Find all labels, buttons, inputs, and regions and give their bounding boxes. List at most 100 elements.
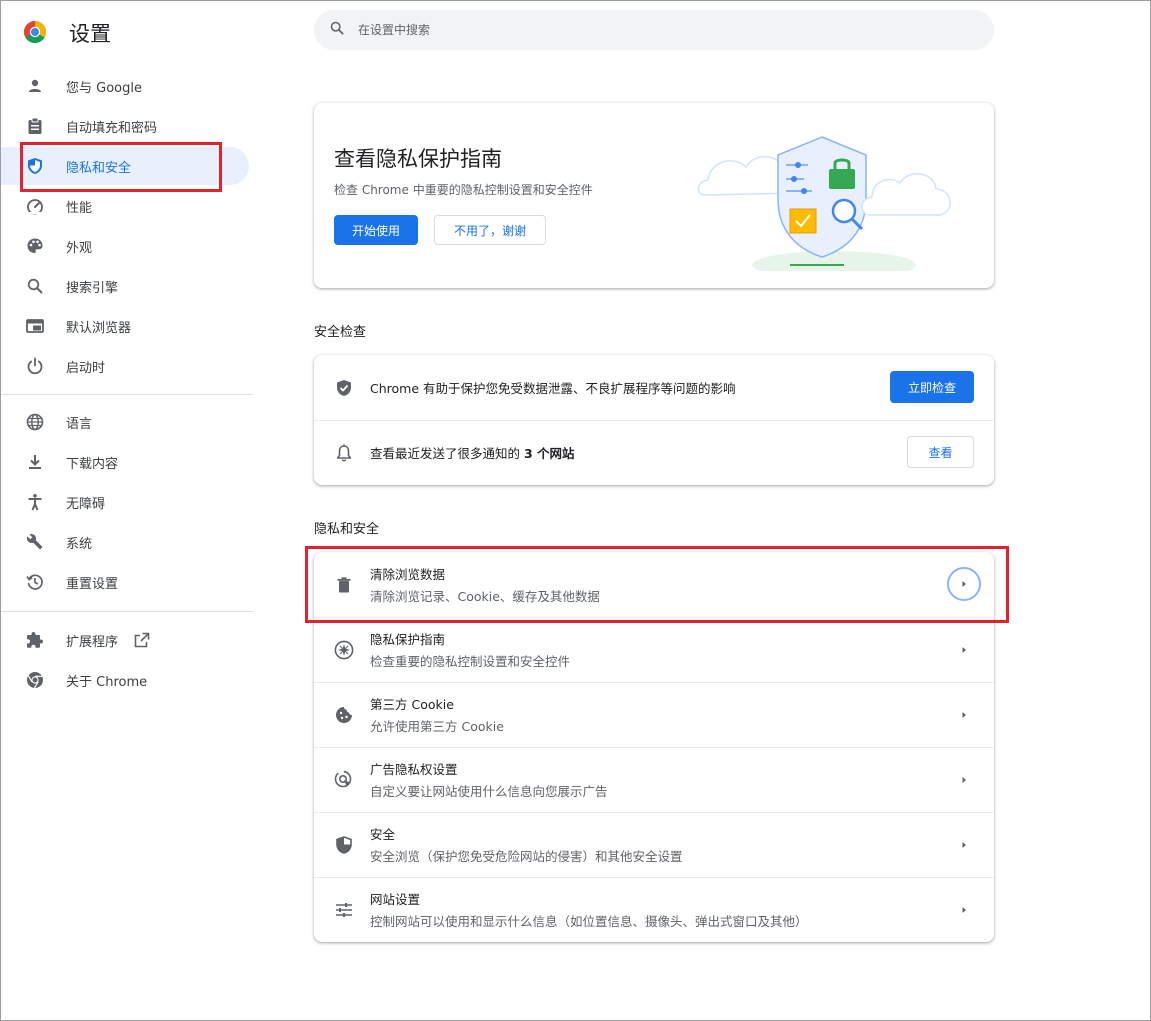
clipboard-icon [25,116,45,136]
search-icon [330,21,344,39]
palette-icon [25,236,45,256]
chevron-right-icon [958,709,970,721]
shield-half-icon [334,835,354,855]
bell-icon [334,443,354,463]
sidebar-item-label: 扩展程序 [66,634,119,650]
check-now-button[interactable]: 立即检查 [890,371,974,403]
privacy-guide-promo-card: 查看隐私保护指南 检查 Chrome 中重要的隐私控制设置和安全控件 开始使用 … [314,103,994,288]
privacy-guide-row[interactable]: 隐私保护指南 检查重要的隐私控制设置和安全控件 [314,617,994,682]
sidebar-item-label: 启动时 [66,360,106,376]
trash-icon [334,575,354,595]
notification-site-count: 3 个网站 [523,446,575,461]
safety-check-row: Chrome 有助于保护您免受数据泄露、不良扩展程序等问题的影响 立即检查 [314,355,994,420]
sidebar-item-label: 语言 [66,416,93,432]
chrome-logo-icon [23,20,47,44]
brand: 设置 [23,17,111,47]
sidebar-item-label: 重置设置 [66,576,119,592]
promo-title: 查看隐私保护指南 [334,147,502,171]
sidebar-item-privacy-security[interactable]: 隐私和安全 [1,147,249,185]
chevron-right-icon [958,839,970,851]
row-title: 隐私保护指南 [370,632,446,647]
row-subtitle: 自定义要让网站使用什么信息向您展示广告 [370,784,608,799]
row-title: 网站设置 [370,892,421,907]
accessibility-icon [25,492,45,512]
open-in-new-icon [134,632,150,648]
shield-check-icon [334,378,354,398]
wrench-icon [25,532,45,552]
sidebar: 设置 您与 Google 自动填充和密码 隐私和安全 性能 外观 搜索引擎 默认… [1,1,253,1021]
ad-privacy-icon [334,770,354,790]
row-subtitle: 检查重要的隐私控制设置和安全控件 [370,654,571,669]
sidebar-divider [1,394,253,395]
sidebar-item-you-and-google[interactable]: 您与 Google [1,67,249,105]
sidebar-item-label: 默认浏览器 [66,320,132,336]
chevron-right-icon [958,904,970,916]
security-row[interactable]: 安全 安全浏览（保护您免受危险网站的侵害）和其他安全设置 [314,812,994,877]
shield-icon [25,156,45,176]
sidebar-item-label: 性能 [66,200,93,216]
speedometer-icon [25,196,45,216]
chevron-right-icon[interactable] [947,567,981,601]
settings-window: 设置 您与 Google 自动填充和密码 隐私和安全 性能 外观 搜索引擎 默认… [0,0,1151,1021]
start-privacy-guide-button[interactable]: 开始使用 [334,215,418,245]
sidebar-item-label: 外观 [66,240,93,256]
sidebar-item-system[interactable]: 系统 [1,523,249,561]
site-settings-row[interactable]: 网站设置 控制网站可以使用和显示什么信息（如位置信息、摄像头、弹出式窗口及其他） [314,877,994,942]
chrome-icon [25,670,45,690]
chevron-right-icon [958,774,970,786]
sidebar-item-label: 隐私和安全 [66,160,132,176]
sidebar-item-label: 您与 Google [66,80,142,96]
dismiss-promo-button[interactable]: 不用了，谢谢 [434,215,546,245]
row-title: 第三方 Cookie [370,697,454,712]
cookie-icon [334,705,354,725]
sidebar-item-appearance[interactable]: 外观 [1,227,249,265]
notification-review-text: 查看最近发送了很多通知的 3 个网站 [370,443,575,462]
privacy-section-title: 隐私和安全 [314,522,380,537]
row-title: 清除浏览数据 [370,567,446,582]
sidebar-item-downloads[interactable]: 下载内容 [1,443,249,481]
sidebar-item-label: 自动填充和密码 [66,120,158,136]
third-party-cookies-row[interactable]: 第三方 Cookie 允许使用第三方 Cookie [314,682,994,747]
sliders-icon [334,900,354,920]
promo-description: 检查 Chrome 中重要的隐私控制设置和安全控件 [334,183,593,197]
sidebar-item-label: 系统 [66,536,93,552]
search-icon [25,276,45,296]
sidebar-item-languages[interactable]: 语言 [1,403,249,441]
sidebar-item-about-chrome[interactable]: 关于 Chrome [1,661,249,699]
clear-browsing-data-row[interactable]: 清除浏览数据 清除浏览记录、Cookie、缓存及其他数据 [314,552,994,617]
sidebar-item-extensions[interactable]: 扩展程序 [1,621,249,659]
safety-check-description: Chrome 有助于保护您免受数据泄露、不良扩展程序等问题的影响 [370,381,736,396]
row-subtitle: 允许使用第三方 Cookie [370,719,504,734]
power-icon [25,356,45,376]
row-title: 广告隐私权设置 [370,762,458,777]
person-icon [25,76,45,96]
globe-icon [25,412,45,432]
safety-check-section-title: 安全检查 [314,325,367,340]
row-title: 安全 [370,827,396,842]
page-title: 设置 [69,22,111,46]
chevron-right-icon [958,644,970,656]
reset-history-icon [25,572,45,592]
notification-review-row: 查看最近发送了很多通知的 3 个网站 查看 [314,420,994,485]
sidebar-divider [1,611,253,612]
sidebar-item-search-engine[interactable]: 搜索引擎 [1,267,249,305]
download-icon [25,452,45,472]
sidebar-item-performance[interactable]: 性能 [1,187,249,225]
sidebar-item-on-startup[interactable]: 启动时 [1,347,249,385]
notification-review-prefix: 查看最近发送了很多通知的 [370,446,524,461]
sidebar-item-label: 搜索引擎 [66,280,119,296]
browser-icon [25,316,45,336]
sidebar-item-label: 无障碍 [66,496,106,512]
sidebar-item-reset-settings[interactable]: 重置设置 [1,563,249,601]
search-box[interactable] [314,10,994,50]
sidebar-item-autofill[interactable]: 自动填充和密码 [1,107,249,145]
search-input[interactable] [358,23,958,37]
sidebar-item-default-browser[interactable]: 默认浏览器 [1,307,249,345]
puzzle-icon [25,630,45,650]
ad-privacy-row[interactable]: 广告隐私权设置 自定义要让网站使用什么信息向您展示广告 [314,747,994,812]
sidebar-item-label: 下载内容 [66,456,119,472]
sidebar-item-accessibility[interactable]: 无障碍 [1,483,249,521]
row-subtitle: 清除浏览记录、Cookie、缓存及其他数据 [370,589,600,604]
review-button[interactable]: 查看 [907,436,974,468]
sidebar-item-label: 关于 Chrome [66,674,148,690]
